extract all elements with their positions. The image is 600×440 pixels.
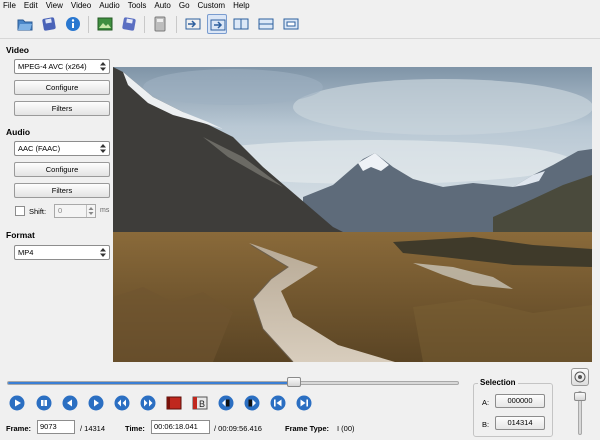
audio-codec-value: AAC (FAAC) bbox=[18, 144, 61, 153]
go-to-end-icon[interactable] bbox=[296, 395, 312, 411]
display-mode-icon bbox=[283, 18, 299, 30]
menu-view[interactable]: View bbox=[46, 0, 63, 11]
display-mode-button[interactable] bbox=[281, 14, 301, 34]
menu-file[interactable]: File bbox=[3, 0, 16, 11]
previous-keyframe-icon[interactable] bbox=[114, 395, 130, 411]
open-image-button[interactable] bbox=[95, 14, 115, 34]
audio-configure-button[interactable]: Configure bbox=[14, 162, 110, 177]
top-bottom-button[interactable] bbox=[256, 14, 276, 34]
frame-label: Frame: bbox=[6, 424, 32, 433]
input-mode-button[interactable] bbox=[183, 14, 203, 34]
next-frame-icon[interactable] bbox=[88, 395, 104, 411]
frame-type-label: Frame Type: bbox=[285, 424, 330, 433]
top-bottom-icon bbox=[258, 18, 274, 30]
open-image-icon bbox=[97, 17, 113, 31]
audio-section-title: Audio bbox=[6, 127, 31, 137]
shift-label: Shift: bbox=[29, 207, 47, 216]
video-configure-button[interactable]: Configure bbox=[14, 80, 110, 95]
save-image-button[interactable] bbox=[119, 14, 139, 34]
marker-a-label: A: bbox=[482, 398, 490, 407]
menu-custom[interactable]: Custom bbox=[198, 0, 226, 11]
side-by-side-icon bbox=[233, 18, 249, 30]
frame-total: / 14314 bbox=[80, 424, 106, 433]
save-video-button[interactable] bbox=[39, 14, 59, 34]
go-to-start-icon[interactable] bbox=[270, 395, 286, 411]
marker-b-button[interactable]: 014314 bbox=[495, 416, 545, 430]
updown-arrow-icon bbox=[100, 144, 106, 153]
marker-b-label: B: bbox=[482, 420, 490, 429]
set-marker-a-icon[interactable] bbox=[166, 395, 182, 411]
shift-checkbox[interactable] bbox=[15, 206, 25, 216]
calculator-button[interactable] bbox=[150, 14, 170, 34]
time-input[interactable]: 00:06:18.041 bbox=[151, 420, 210, 434]
timeline-progress bbox=[8, 382, 293, 384]
timeline-thumb[interactable] bbox=[287, 377, 301, 387]
video-frame-image bbox=[113, 67, 592, 362]
output-mode-button[interactable] bbox=[207, 14, 227, 34]
input-mode-icon bbox=[185, 18, 201, 30]
menu-tools[interactable]: Tools bbox=[128, 0, 147, 11]
menu-help[interactable]: Help bbox=[233, 0, 249, 11]
frame-type-value: I (00) bbox=[337, 424, 355, 433]
selection-title: Selection bbox=[478, 378, 518, 387]
spin-arrows-icon[interactable] bbox=[86, 205, 95, 217]
menu-go[interactable]: Go bbox=[179, 0, 190, 11]
stop-icon[interactable] bbox=[36, 395, 52, 411]
time-label: Time: bbox=[125, 424, 145, 433]
next-black-frame-icon[interactable] bbox=[244, 395, 260, 411]
open-video-button[interactable] bbox=[15, 14, 35, 34]
menu-audio[interactable]: Audio bbox=[99, 0, 119, 11]
format-select[interactable]: MP4 bbox=[14, 245, 110, 260]
shift-spinbox[interactable]: 0 bbox=[54, 204, 96, 218]
video-section-title: Video bbox=[6, 45, 29, 55]
next-keyframe-icon[interactable] bbox=[140, 395, 156, 411]
video-filters-button[interactable]: Filters bbox=[14, 101, 110, 116]
info-button[interactable] bbox=[63, 14, 83, 34]
updown-arrow-icon bbox=[100, 62, 106, 71]
svg-text:B: B bbox=[199, 399, 205, 409]
timeline-track[interactable] bbox=[7, 381, 459, 385]
video-codec-value: MPEG-4 AVC (x264) bbox=[18, 62, 87, 71]
info-icon bbox=[66, 17, 80, 31]
right-panel bbox=[592, 40, 600, 366]
menu-edit[interactable]: Edit bbox=[24, 0, 38, 11]
volume-button[interactable] bbox=[571, 368, 589, 386]
shift-value: 0 bbox=[58, 206, 63, 215]
previous-black-frame-icon[interactable] bbox=[218, 395, 234, 411]
toolbar bbox=[0, 11, 600, 39]
frame-input[interactable]: 9073 bbox=[37, 420, 75, 434]
marker-a-button[interactable]: 000000 bbox=[495, 394, 545, 408]
format-value: MP4 bbox=[18, 248, 34, 257]
format-section-title: Format bbox=[6, 230, 35, 240]
set-marker-b-icon[interactable]: B bbox=[192, 395, 208, 411]
menu-auto[interactable]: Auto bbox=[154, 0, 170, 11]
settings-panel: Video MPEG-4 AVC (x264) Configure Filter… bbox=[0, 40, 112, 366]
updown-arrow-icon bbox=[100, 248, 106, 257]
save-image-icon bbox=[122, 17, 136, 31]
volume-thumb[interactable] bbox=[574, 392, 586, 401]
side-by-side-button[interactable] bbox=[231, 14, 251, 34]
speaker-icon bbox=[574, 371, 586, 383]
time-total: / 00:09:56.416 bbox=[214, 424, 262, 433]
previous-frame-icon[interactable] bbox=[62, 395, 78, 411]
open-video-icon bbox=[17, 19, 33, 31]
audio-filters-button[interactable]: Filters bbox=[14, 183, 110, 198]
audio-codec-select[interactable]: AAC (FAAC) bbox=[14, 141, 110, 156]
calculator-icon bbox=[154, 16, 166, 32]
menu-bar: File Edit View Video Audio Tools Auto Go… bbox=[0, 0, 600, 11]
video-preview[interactable] bbox=[113, 67, 592, 362]
menu-video[interactable]: Video bbox=[71, 0, 91, 11]
save-video-icon bbox=[42, 17, 56, 31]
shift-unit: ms bbox=[100, 207, 110, 214]
output-mode-icon bbox=[210, 19, 226, 31]
video-codec-select[interactable]: MPEG-4 AVC (x264) bbox=[14, 59, 110, 74]
play-icon[interactable] bbox=[9, 395, 25, 411]
